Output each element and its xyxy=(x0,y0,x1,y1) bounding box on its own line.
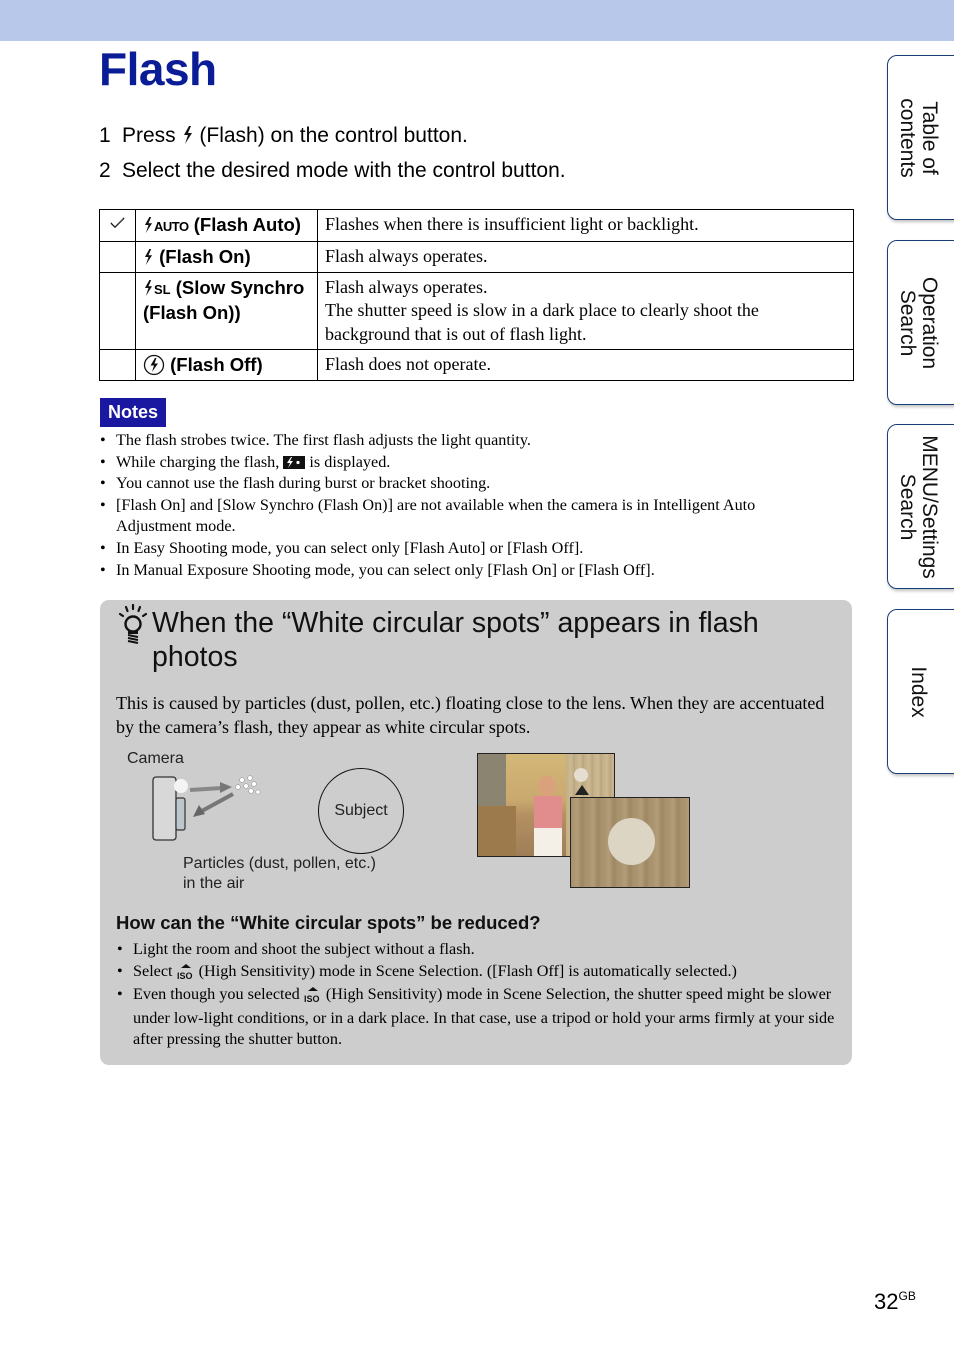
mode-description: Flash always operates. The shutter speed… xyxy=(317,271,854,350)
step-2: 2 Select the desired mode with the contro… xyxy=(99,159,566,183)
step-text: Select the desired mode with the control… xyxy=(122,159,566,182)
camera-illustration xyxy=(152,775,261,841)
step-text: Press xyxy=(122,124,176,147)
mode-icon-text: SL xyxy=(154,281,171,297)
check-cell xyxy=(99,349,136,381)
step-number: 2 xyxy=(99,159,111,182)
flash-charging-icon xyxy=(283,455,306,469)
list-item: While charging the flash, is displayed. xyxy=(99,452,819,474)
tab-operation-search[interactable]: Operation Search xyxy=(887,240,954,405)
camera-label: Camera xyxy=(127,750,184,767)
mode-label: (Flash On) xyxy=(159,246,251,267)
tab-label: MENU/Settings Search xyxy=(896,434,941,579)
mode-name-cell: (Flash Off) xyxy=(135,349,318,381)
list-item: Select ISO (High Sensitivity) mode in Sc… xyxy=(116,961,836,985)
list-item: Even though you selected ISO (High Sensi… xyxy=(116,984,836,1051)
notes-label: Notes xyxy=(100,398,166,427)
note-text: While charging the flash, xyxy=(116,452,280,471)
description-line: The shutter speed is slow in a dark plac… xyxy=(325,300,759,344)
table-row: SL (Slow Synchro (Flash On)) Flash alway… xyxy=(99,271,854,350)
step-text: (Flash) on the control button. xyxy=(199,124,468,147)
lightbulb-hint-icon xyxy=(118,604,148,644)
tab-label: Index xyxy=(907,665,930,718)
tip-text: Select xyxy=(133,961,173,980)
hint-title: When the “White circular spots” appears … xyxy=(152,607,759,673)
hint-body: This is caused by particles (dust, polle… xyxy=(116,693,825,737)
question-heading: How can the “White circular spots” be re… xyxy=(116,912,541,933)
flash-mode-table: AUTO (Flash Auto) Flashes when there is … xyxy=(99,209,854,381)
step-number: 1 xyxy=(99,124,111,147)
mode-name-cell: AUTO (Flash Auto) xyxy=(135,209,318,242)
mode-icon-text: AUTO xyxy=(154,219,189,234)
table-row: (Flash On) Flash always operates. xyxy=(99,241,854,273)
flash-icon xyxy=(183,126,192,144)
particles-label: Particles (dust, pollen, etc.) in the ai… xyxy=(183,854,376,894)
high-sensitivity-icon: ISO xyxy=(304,987,322,1009)
list-item: You cannot use the flash during burst or… xyxy=(99,473,819,495)
note-text: is displayed. xyxy=(309,452,391,471)
mode-description: Flash always operates. xyxy=(317,241,854,273)
table-row: AUTO (Flash Auto) Flashes when there is … xyxy=(99,209,854,242)
zoomed-photo xyxy=(570,797,690,888)
mode-label: (Flash Auto) xyxy=(193,214,301,235)
svg-text:ISO: ISO xyxy=(177,971,193,980)
flash-on-icon xyxy=(144,249,153,265)
mode-name-cell: (Flash On) xyxy=(135,241,318,273)
default-check-cell xyxy=(99,209,136,242)
subject-circle: Subject xyxy=(318,768,404,854)
list-item: In Easy Shooting mode, you can select on… xyxy=(99,538,819,560)
mode-description: Flashes when there is insufficient light… xyxy=(317,209,854,242)
subject-label: Subject xyxy=(334,802,388,819)
step-1: 1 Press (Flash) on the control button. xyxy=(99,124,468,148)
page-region-suffix: GB xyxy=(898,1289,916,1303)
tips-list: Light the room and shoot the subject wit… xyxy=(116,939,836,1051)
list-item: [Flash On] and [Slow Synchro (Flash On)]… xyxy=(99,495,819,538)
flash-auto-icon xyxy=(144,217,153,233)
description-line: Flash always operates. xyxy=(325,276,488,297)
list-item: In Manual Exposure Shooting mode, you ca… xyxy=(99,560,819,582)
tip-text: Even though you selected xyxy=(133,985,300,1004)
tab-index[interactable]: Index xyxy=(887,609,954,774)
tab-label: Table of contents xyxy=(896,97,941,178)
svg-text:ISO: ISO xyxy=(304,994,320,1003)
check-cell xyxy=(99,271,136,350)
tab-label: Operation Search xyxy=(896,276,941,369)
flash-off-icon xyxy=(143,354,165,376)
tab-menu-settings-search[interactable]: MENU/Settings Search xyxy=(887,424,954,589)
page-number: 32GB xyxy=(874,1289,916,1315)
mode-description: Flash does not operate. xyxy=(317,349,854,381)
tip-text: (High Sensitivity) mode in Scene Selecti… xyxy=(198,961,737,980)
mode-label: (Flash Off) xyxy=(170,354,263,375)
high-sensitivity-icon: ISO xyxy=(177,963,195,986)
page-number-value: 32 xyxy=(874,1289,899,1314)
particles-label-line: in the air xyxy=(183,875,245,892)
page-title: Flash xyxy=(99,43,217,95)
list-item: The flash strobes twice. The first flash… xyxy=(99,430,819,452)
mode-name-cell: SL (Slow Synchro (Flash On)) xyxy=(135,271,318,350)
zoom-arrow-icon xyxy=(575,785,589,795)
check-cell xyxy=(99,241,136,273)
flash-slow-synchro-icon xyxy=(144,279,153,296)
particles-label-line: Particles (dust, pollen, etc.) xyxy=(183,855,376,872)
table-row: (Flash Off) Flash does not operate. xyxy=(99,349,854,381)
list-item: Light the room and shoot the subject wit… xyxy=(116,939,836,961)
top-banner xyxy=(0,0,954,41)
notes-list: The flash strobes twice. The first flash… xyxy=(99,430,819,581)
hint-box: When the “White circular spots” appears … xyxy=(100,600,852,1065)
checkmark-icon xyxy=(110,217,125,229)
tab-table-of-contents[interactable]: Table of contents xyxy=(887,55,954,220)
